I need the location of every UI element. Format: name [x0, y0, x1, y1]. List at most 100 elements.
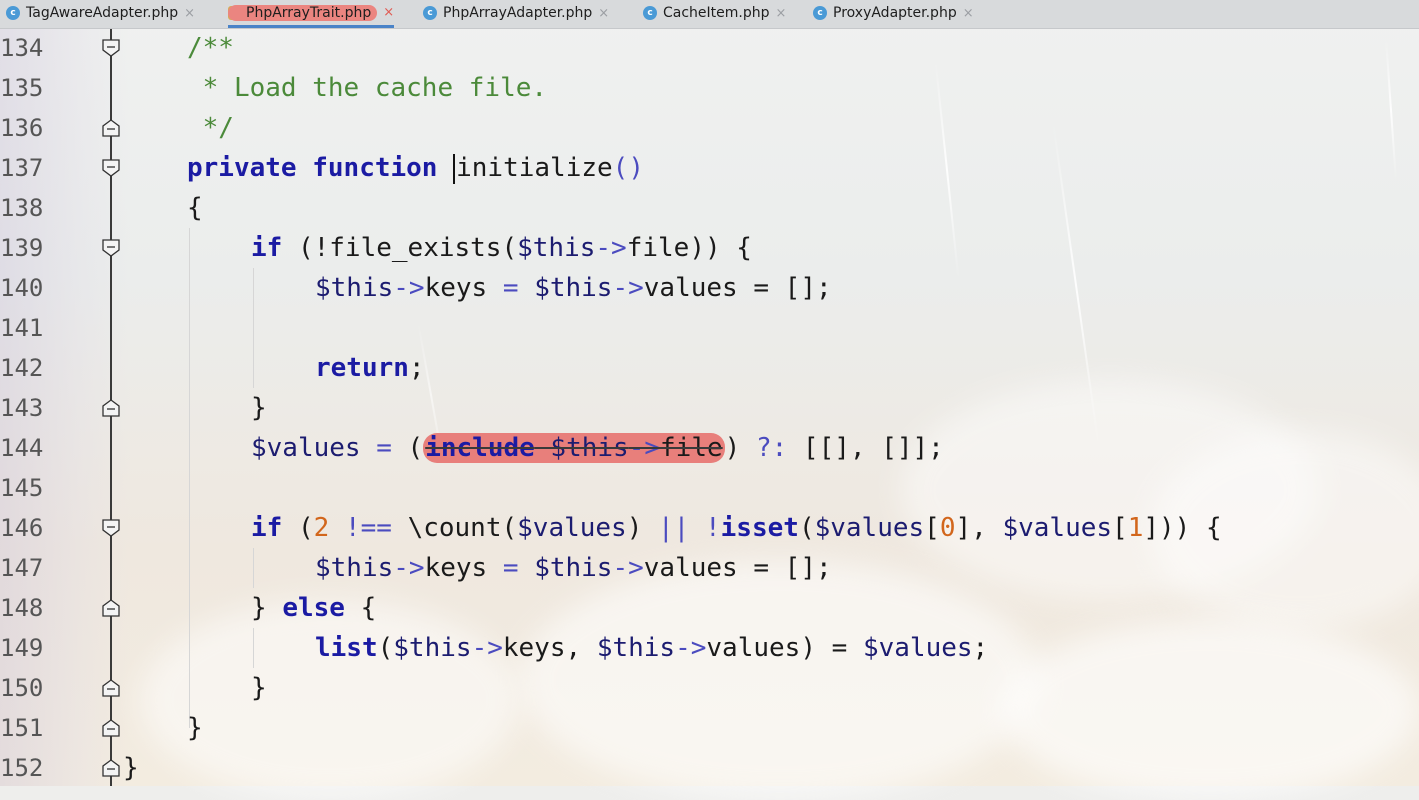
fold-open-icon[interactable]: [101, 238, 121, 258]
tab-phparraytrait[interactable]: T PhpArrayTrait.php ×: [228, 0, 395, 28]
line-number: 145: [0, 474, 44, 502]
operator: =: [487, 273, 535, 303]
tab-label: ProxyAdapter.php: [833, 5, 957, 21]
code-text: file)) {: [626, 233, 752, 263]
code-line[interactable]: 139 if (!file_exists($this->file)) {: [0, 228, 1419, 268]
operator: ->: [612, 273, 644, 303]
code-line[interactable]: 140 $this->keys = $this->values = [];: [0, 268, 1419, 308]
if-statement: if (2 !== \count($values) || !isset($val…: [251, 508, 1222, 548]
doc-comment: /**: [187, 33, 234, 63]
keyword: list: [315, 633, 378, 663]
tab-cacheitem[interactable]: c CacheItem.php ×: [643, 0, 786, 26]
code-editor[interactable]: 134 /** 135 * Load the cache file. 136 *…: [0, 28, 1419, 786]
error-highlight[interactable]: include $this->file: [423, 433, 725, 463]
code-line[interactable]: 151 }: [0, 708, 1419, 748]
class-icon: c: [643, 6, 657, 20]
code-text: [: [924, 513, 940, 543]
fold-open-icon[interactable]: [101, 158, 121, 178]
line-number: 146: [0, 514, 44, 542]
keyword: else: [282, 593, 345, 623]
number: 2: [313, 513, 330, 543]
brace: }: [187, 713, 203, 743]
code-line[interactable]: 137 private function initialize(): [0, 148, 1419, 188]
fold-close-icon[interactable]: [101, 718, 121, 738]
text-caret: [453, 153, 456, 184]
variable: $values: [517, 513, 627, 543]
tab-tagawareadapter[interactable]: c TagAwareAdapter.php ×: [6, 0, 195, 26]
tab-phparrayadapter[interactable]: c PhpArrayAdapter.php ×: [423, 0, 609, 26]
property: values: [706, 633, 801, 663]
fold-close-icon[interactable]: [101, 758, 121, 778]
code-line[interactable]: 149 list($this->keys, $this->values) = $…: [0, 628, 1419, 668]
fold-close-icon[interactable]: [101, 398, 121, 418]
operator: =: [360, 433, 408, 463]
code-text: (: [798, 513, 815, 543]
variable: $this: [315, 273, 394, 303]
code-text: (: [282, 513, 314, 543]
editor-tab-bar: c TagAwareAdapter.php × T PhpArrayTrait.…: [0, 0, 1419, 29]
variable: $this: [596, 633, 676, 663]
close-icon[interactable]: ×: [598, 6, 609, 21]
code-line[interactable]: 135 * Load the cache file.: [0, 68, 1419, 108]
close-icon[interactable]: ×: [776, 6, 787, 21]
line-number: 149: [0, 634, 44, 662]
include-assignment: $values = (include $this->file) ?: [[], …: [251, 428, 944, 468]
property: file: [660, 433, 723, 463]
code-line[interactable]: 146 if (2 !== \count($values) || !isset(…: [0, 508, 1419, 548]
code-text: ,: [565, 633, 597, 663]
variable: $values: [1002, 513, 1113, 543]
code-line[interactable]: 150 }: [0, 668, 1419, 708]
code-line[interactable]: 152 }: [0, 748, 1419, 788]
close-icon[interactable]: ×: [184, 6, 195, 21]
number: 0: [939, 513, 956, 543]
brace: }: [251, 673, 267, 703]
keyword: private: [187, 153, 297, 183]
code-line[interactable]: 136 */: [0, 108, 1419, 148]
code-line[interactable]: 142 return;: [0, 348, 1419, 388]
code-text: ): [626, 513, 659, 543]
fold-close-icon[interactable]: [101, 598, 121, 618]
keyword: isset: [720, 513, 799, 543]
code-line[interactable]: 144 $values = (include $this->file) ?: […: [0, 428, 1419, 468]
punctuation: (): [612, 153, 644, 183]
line-number: 151: [0, 714, 44, 742]
operator: ->: [393, 273, 425, 303]
code-line[interactable]: 138 {: [0, 188, 1419, 228]
keyword: if: [251, 233, 283, 263]
code-text: }: [251, 593, 283, 623]
code-text: ])) {: [1143, 513, 1222, 543]
close-icon[interactable]: ×: [383, 5, 394, 20]
code-text: ) =: [800, 633, 863, 663]
line-number: 147: [0, 554, 44, 582]
variable: $values: [814, 513, 925, 543]
close-icon[interactable]: ×: [963, 6, 974, 21]
variable: $this: [517, 233, 596, 263]
keyword: function: [312, 153, 438, 183]
function-declaration: private function initialize(): [187, 148, 644, 188]
operator: ->: [595, 233, 627, 263]
fold-open-icon[interactable]: [101, 518, 121, 538]
tab-label: PhpArrayAdapter.php: [443, 5, 593, 21]
code-line[interactable]: 145: [0, 468, 1419, 508]
operator: =: [487, 553, 535, 583]
fold-open-icon[interactable]: [101, 38, 121, 58]
brace: {: [187, 193, 203, 223]
code-text: ;: [408, 353, 425, 383]
fold-close-icon[interactable]: [101, 678, 121, 698]
list-assignment: list($this->keys, $this->values) = $valu…: [315, 628, 988, 668]
tab-label: PhpArrayTrait.php: [228, 4, 378, 21]
line-number: 152: [0, 754, 44, 782]
code-line[interactable]: 134 /**: [0, 28, 1419, 68]
fold-close-icon[interactable]: [101, 118, 121, 138]
doc-comment: * Load the cache file.: [187, 73, 548, 103]
code-line[interactable]: 148 } else {: [0, 588, 1419, 628]
operator: ->: [612, 553, 644, 583]
code-line[interactable]: 143 }: [0, 388, 1419, 428]
code-line[interactable]: 141: [0, 308, 1419, 348]
variable: $this: [393, 633, 472, 663]
operator: ||: [658, 513, 690, 543]
number: 1: [1127, 513, 1144, 543]
tab-proxyadapter[interactable]: c ProxyAdapter.php ×: [813, 0, 974, 26]
variable: $this: [315, 553, 394, 583]
code-line[interactable]: 147 $this->keys = $this->values = [];: [0, 548, 1419, 588]
